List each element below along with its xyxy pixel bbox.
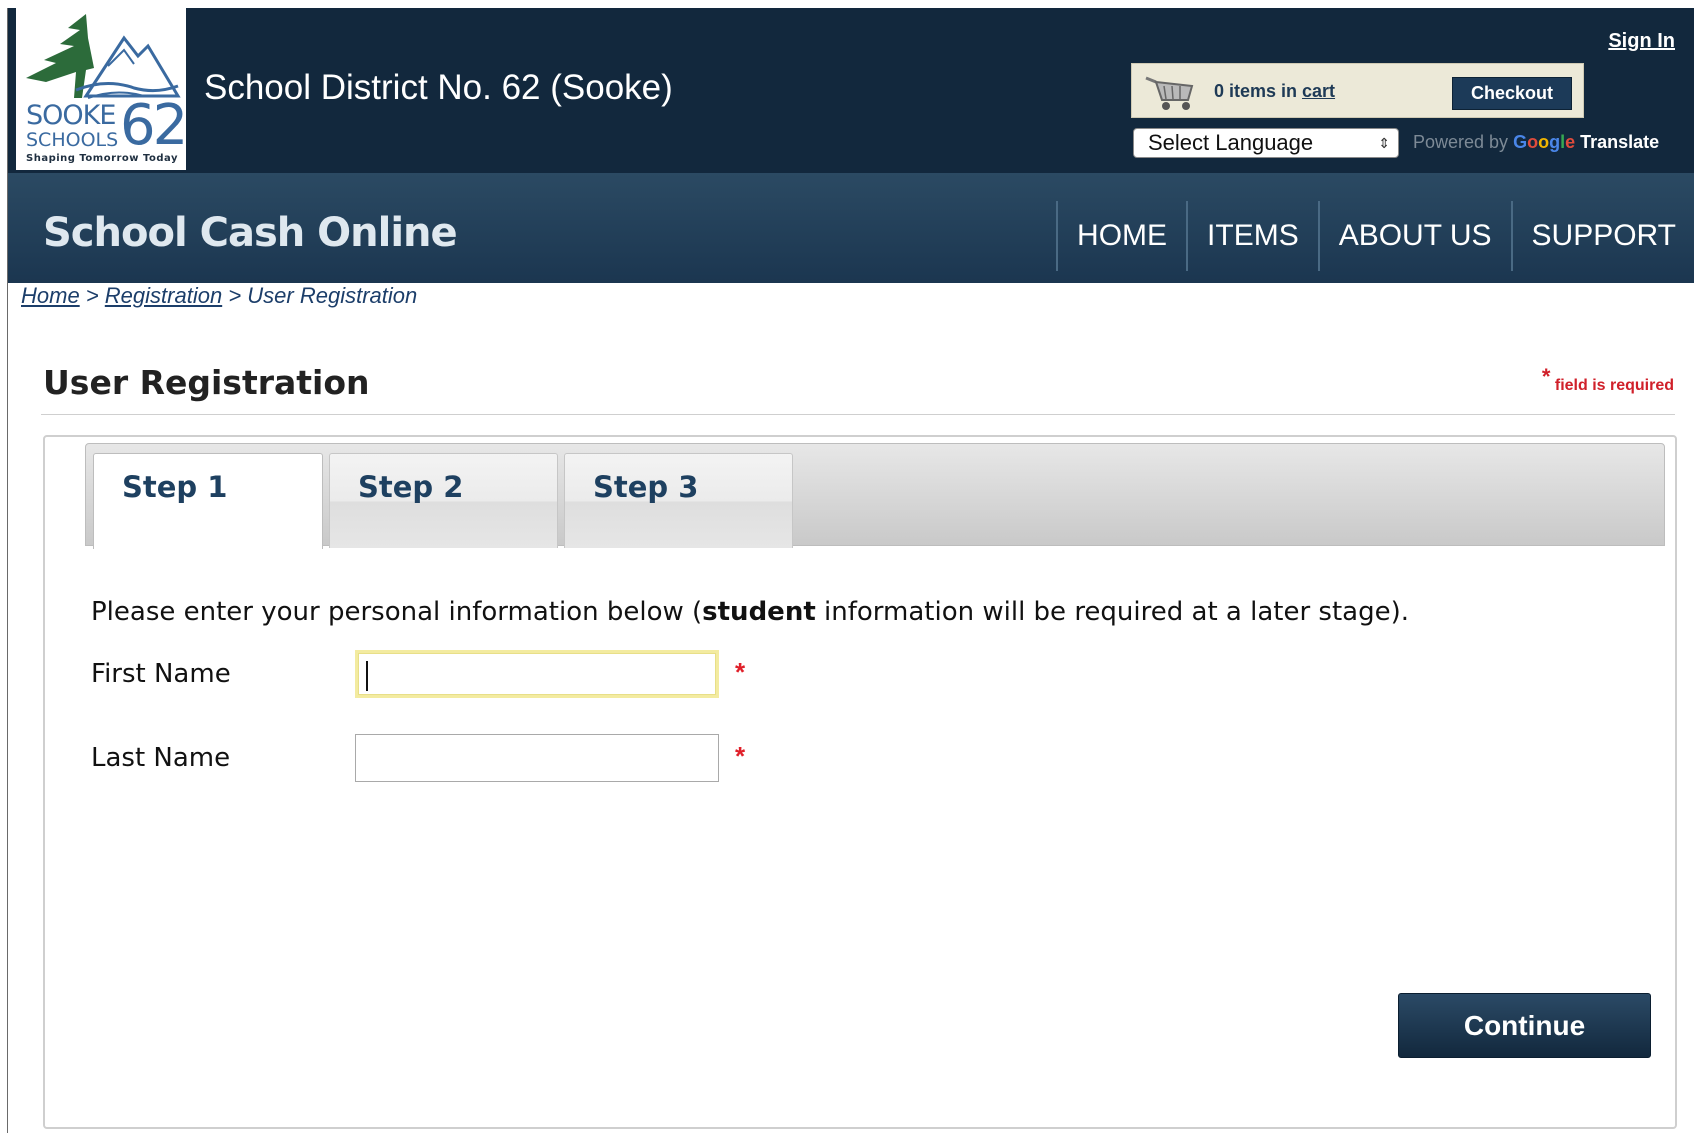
nav-item-items[interactable]: ITEMS [1186, 201, 1318, 271]
logo-number: 62 [120, 93, 188, 158]
nav-item-support[interactable]: SUPPORT [1510, 201, 1694, 271]
district-title: School District No. 62 (Sooke) [204, 68, 673, 107]
intro-text: Please enter your personal information b… [91, 597, 1409, 627]
tab-step-3[interactable]: Step 3 [564, 453, 793, 548]
breadcrumb-separator: > [228, 283, 242, 308]
intro-text-bold: student [702, 597, 816, 627]
logo-tagline: Shaping Tomorrow Today [26, 153, 179, 164]
title-divider [41, 414, 1675, 415]
breadcrumb-current: User Registration [247, 283, 418, 308]
translate-link[interactable]: Translate [1580, 132, 1659, 152]
checkout-button[interactable]: Checkout [1452, 77, 1572, 110]
logo-line2: SCHOOLS [26, 129, 119, 151]
district-logo[interactable]: SOOKE SCHOOLS 62 Shaping Tomorrow Today [16, 8, 188, 170]
google-letter: o [1527, 132, 1539, 152]
first-name-input[interactable] [355, 650, 719, 698]
breadcrumb-home[interactable]: Home [21, 283, 80, 308]
step-tabs: Step 1 Step 2 Step 3 [85, 443, 1665, 549]
nav-item-home[interactable]: HOME [1056, 201, 1186, 271]
continue-button[interactable]: Continue [1398, 993, 1651, 1058]
google-translate-attribution: Powered by Google Translate [1413, 132, 1659, 153]
google-letter: g [1549, 132, 1561, 152]
required-star-icon: * [735, 657, 746, 687]
required-field-note: * field is required [1542, 364, 1674, 396]
brand-title[interactable]: School Cash Online [43, 210, 458, 256]
page-frame: SOOKE SCHOOLS 62 Shaping Tomorrow Today … [7, 8, 1694, 1133]
first-name-label: First Name [91, 659, 231, 689]
intro-text-start: Please enter your personal information b… [91, 597, 703, 627]
intro-text-end: information will be required at a later … [815, 597, 1409, 627]
sign-in-link[interactable]: Sign In [1608, 30, 1675, 53]
required-star-icon: * [735, 741, 746, 771]
main-navigation: School Cash Online HOME ITEMS ABOUT US S… [8, 173, 1694, 283]
tab-step-1[interactable]: Step 1 [93, 453, 323, 549]
required-star-icon: * [1541, 364, 1551, 389]
breadcrumb-registration[interactable]: Registration [105, 283, 222, 308]
logo-line1: SOOKE [26, 100, 116, 131]
nav-item-about-us[interactable]: ABOUT US [1317, 201, 1511, 271]
last-name-input[interactable] [355, 734, 719, 782]
language-select-value: Select Language [1148, 130, 1314, 155]
powered-by-text: Powered by [1413, 132, 1514, 152]
select-arrows-icon: ⇕ [1378, 135, 1390, 151]
cart-summary: 0 items in cart Checkout [1131, 63, 1584, 118]
site-header: SOOKE SCHOOLS 62 Shaping Tomorrow Today … [8, 8, 1694, 173]
language-select[interactable]: Select Language ⇕ [1133, 128, 1399, 158]
google-letter: o [1538, 132, 1550, 152]
breadcrumb: Home > Registration > User Registration [21, 283, 417, 309]
cart-count-text: 0 items in [1214, 81, 1303, 101]
page-title: User Registration [43, 363, 370, 402]
cart-link[interactable]: cart [1302, 81, 1335, 101]
cart-count: 0 items in cart [1214, 81, 1335, 102]
google-letter: G [1513, 132, 1528, 152]
shopping-cart-icon [1145, 76, 1194, 110]
nav-menu: HOME ITEMS ABOUT US SUPPORT [1056, 201, 1694, 271]
last-name-label: Last Name [91, 743, 231, 773]
text-caret [366, 661, 368, 691]
google-logo[interactable]: Google [1513, 132, 1575, 152]
google-letter: e [1565, 132, 1576, 152]
breadcrumb-separator: > [85, 283, 99, 308]
registration-panel: Step 1 Step 2 Step 3 Please enter your p… [43, 435, 1677, 1129]
required-field-text: field is required [1554, 377, 1674, 394]
tab-step-2[interactable]: Step 2 [329, 453, 558, 548]
